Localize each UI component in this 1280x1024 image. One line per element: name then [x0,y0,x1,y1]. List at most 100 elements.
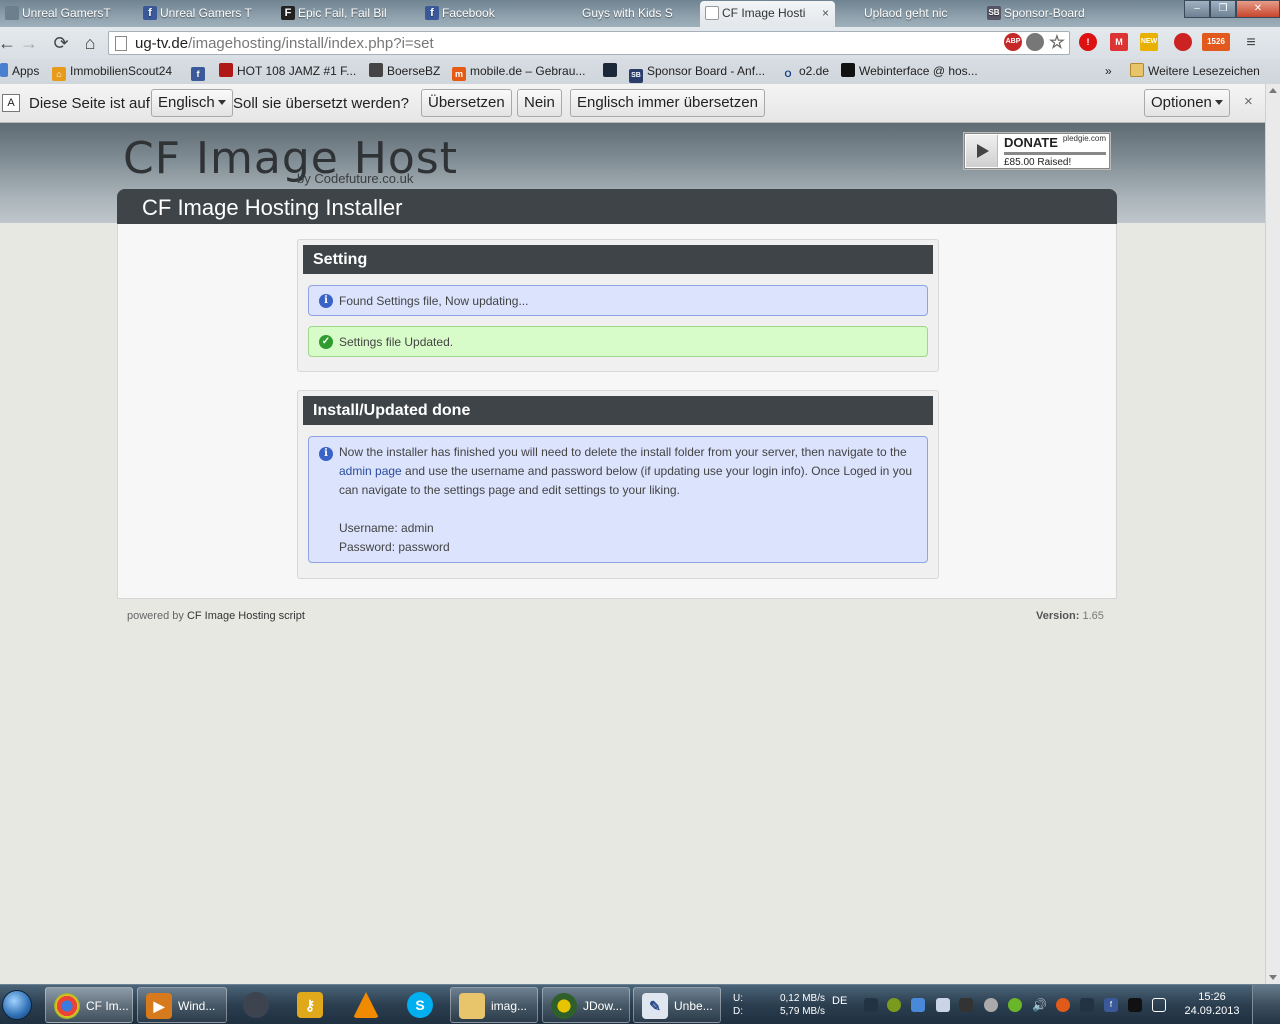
scroll-up-icon[interactable] [1269,88,1277,93]
translate-button[interactable]: Übersetzen [421,89,512,117]
tab-label: Unreal GamersT [22,6,111,20]
forward-arrow-icon[interactable]: → [18,32,40,54]
maximize-icon[interactable]: ❐ [1210,0,1236,18]
translate-prefix: Diese Seite ist auf [29,95,150,112]
tray-drive-icon[interactable] [959,998,973,1012]
tray-cloud-icon[interactable] [911,998,925,1012]
no-translate-button[interactable]: Nein [517,89,562,117]
donate-widget[interactable]: DONATE pledgie.com £85.00 Raised! [963,132,1111,170]
bookmark-webinterface[interactable]: Webinterface @ hos... [841,63,978,80]
alert-extension-icon[interactable]: ! [1079,33,1097,51]
power-extension-icon[interactable] [1174,33,1192,51]
bookmark-apps[interactable]: Apps [0,63,39,80]
donate-progress-bar [1004,152,1106,155]
tray-facebook-icon[interactable]: f [1104,998,1118,1012]
taskbar-steam[interactable] [229,987,283,1023]
url-text[interactable]: ug-tv.de/imagehosting/install/index.php?… [135,35,434,52]
taskbar-keys[interactable]: ⚷ [283,987,337,1023]
taskbar-skype[interactable]: S [393,987,447,1023]
setting-box: Setting i Found Settings file, Now updat… [297,239,939,372]
tray-razer-icon[interactable] [1128,998,1142,1012]
adblock-icon[interactable]: ABP [1004,33,1022,51]
bookmark-mobile-de[interactable]: m mobile.de – Gebrau... [452,63,585,81]
new-badge-icon[interactable]: NEW [1140,33,1158,51]
windows-taskbar: CF Im... ▶ Wind... ⚷ S imag... JDow... ✎… [0,984,1280,1024]
info-message: i Found Settings file, Now updating... [308,285,928,316]
jdownloader-icon [551,993,577,1019]
footer-powered-by: powered by CF Image Hosting script [127,610,305,622]
taskbar-vlc[interactable] [339,987,393,1023]
tray-action-center-icon[interactable] [1152,998,1166,1012]
tab-cf-image-hosting[interactable]: CF Image Hosti × [700,1,835,27]
bookmark-immobilienscout[interactable]: ⌂ ImmobilienScout24 [52,63,172,81]
sb-favicon-icon: SB [987,6,1001,20]
gmail-icon[interactable]: M [1110,33,1128,51]
bookmark-steam[interactable] [603,63,621,80]
back-arrow-icon[interactable]: ← [0,32,18,54]
home-icon[interactable]: ⌂ [79,32,101,54]
tray-volume-icon[interactable]: 🔊 [1032,998,1047,1012]
reload-icon[interactable]: ⟳ [50,32,72,54]
tab-sponsor-board[interactable]: SB Sponsor-Board [982,1,1112,27]
tray-document-icon[interactable] [936,998,950,1012]
scroll-down-icon[interactable] [1269,975,1277,980]
taskbar-media-player[interactable]: ▶ Wind... [137,987,227,1023]
tray-jdownloader-icon[interactable] [887,998,901,1012]
footer-version: Version: 1.65 [1036,610,1104,622]
counter-extension-icon[interactable]: 1526 [1202,33,1230,51]
media-player-icon: ▶ [146,993,172,1019]
generic-favicon-icon [565,6,579,20]
bookmark-facebook[interactable]: f [191,63,209,81]
admin-page-link[interactable]: admin page [339,464,402,478]
bookmark-boersebz[interactable]: BoerseBZ [369,63,440,80]
tray-network-icon[interactable] [1080,998,1094,1012]
clock-time: 15:26 [1198,991,1226,1003]
tab-guys-with-kids[interactable]: Guys with Kids S [560,1,695,27]
taskbar-chrome[interactable]: CF Im... [45,987,133,1023]
language-select[interactable]: Englisch [151,89,233,117]
tab-epic-fail[interactable]: F Epic Fail, Fail Bil [276,1,411,27]
bookmark-star-icon[interactable]: ☆ [1048,33,1066,51]
network-meter: U: D: 0,12 MB/s 5,79 MB/s [733,992,825,1018]
taskbar-folder[interactable]: imag... [450,987,538,1023]
content-panel: Setting i Found Settings file, Now updat… [117,224,1117,599]
tray-app-icon[interactable] [864,998,878,1012]
tab-facebook[interactable]: f Facebook [420,1,555,27]
script-link[interactable]: CF Image Hosting script [187,610,305,622]
lightbulb-icon[interactable] [1026,33,1044,51]
tray-nvidia-icon[interactable] [1008,998,1022,1012]
apps-icon [0,63,8,77]
bookmark-o2[interactable]: Oo2.de [781,63,829,80]
tray-orange-icon[interactable] [1056,998,1070,1012]
tab-close-icon[interactable]: × [822,1,829,25]
bookmark-label: Sponsor Board - Anf... [647,64,766,78]
close-infobar-icon[interactable]: × [1244,93,1253,110]
bookmarks-overflow-icon[interactable]: » [1105,63,1112,80]
address-bar[interactable]: ug-tv.de/imagehosting/install/index.php?… [108,31,1070,55]
menu-icon[interactable]: ≡ [1240,32,1262,54]
tray-clock-icon[interactable] [984,998,998,1012]
always-translate-button[interactable]: Englisch immer übersetzen [570,89,765,117]
options-button[interactable]: Optionen [1144,89,1230,117]
keyboard-language[interactable]: DE [832,995,847,1007]
tab-unreal-gamers-1[interactable]: Unreal GamersT [0,1,135,27]
close-window-icon[interactable]: ✕ [1236,0,1280,18]
terminal-icon [841,63,855,77]
taskbar-clock[interactable]: 15:26 24.09.2013 [1180,990,1244,1018]
bookmark-sponsor-board[interactable]: SB Sponsor Board - Anf... [629,63,766,83]
taskbar-jdownloader[interactable]: JDow... [542,987,630,1023]
start-button[interactable] [0,986,34,1024]
taskbar-paint[interactable]: ✎ Unbe... [633,987,721,1023]
bookmark-other[interactable]: Weitere Lesezeichen [1130,63,1260,80]
bookmark-hot108[interactable]: HOT 108 JAMZ #1 F... [219,63,356,80]
folder-icon [459,993,485,1019]
minimize-icon[interactable]: – [1184,0,1210,18]
tab-upload[interactable]: Uplaod geht nic [842,1,977,27]
page-scrollbar[interactable] [1265,84,1280,984]
show-desktop-button[interactable] [1252,985,1280,1024]
tab-label: Epic Fail, Fail Bil [298,6,387,20]
browser-tab-strip: Unreal GamersT f Unreal Gamers T F Epic … [0,0,1280,27]
taskbar-label: Unbe... [674,999,713,1013]
tab-unreal-gamers-2[interactable]: f Unreal Gamers T [138,1,273,27]
version-value: 1.65 [1082,610,1104,622]
